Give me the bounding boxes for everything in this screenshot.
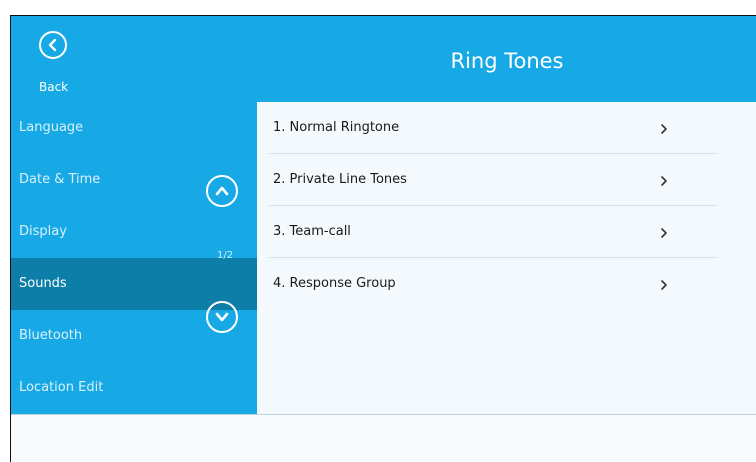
sidebar-item-label: Bluetooth: [19, 328, 83, 343]
softkey-bar: [11, 414, 756, 462]
sidebar-item-label: Display: [19, 224, 67, 239]
sidebar-item-label: Location Edit: [19, 380, 104, 395]
sidebar-item-language[interactable]: Language: [11, 102, 257, 154]
sidebar-item-location-edit[interactable]: Location Edit: [11, 362, 257, 414]
back-button[interactable]: Back: [35, 31, 75, 95]
list-item-label: 4. Response Group: [273, 276, 396, 291]
scroll-up-button[interactable]: [206, 175, 238, 207]
page-indicator: 1/2: [217, 250, 234, 261]
chevron-up-icon: [215, 186, 229, 196]
chevron-right-icon: [661, 280, 667, 290]
scroll-down-button[interactable]: [206, 301, 238, 333]
sidebar-item-label: Date & Time: [19, 172, 101, 187]
list-item-label: 3. Team-call: [273, 224, 351, 239]
list-item[interactable]: 4. Response Group: [269, 258, 717, 310]
list-item[interactable]: 3. Team-call: [269, 206, 717, 258]
page-title: Ring Tones: [450, 49, 564, 73]
chevron-right-icon: [661, 176, 667, 186]
chevron-down-icon: [215, 312, 229, 322]
chevron-right-icon: [661, 124, 667, 134]
phone-screen: Back Ring Tones Language Date & Time Dis…: [10, 15, 756, 462]
back-label: Back: [39, 80, 69, 94]
back-icon: [39, 31, 67, 59]
list-item[interactable]: 2. Private Line Tones: [269, 154, 717, 206]
list-item-label: 1. Normal Ringtone: [273, 120, 400, 135]
title-bar: Back Ring Tones: [11, 16, 756, 102]
sidebar: Language Date & Time Display Sounds Blue…: [11, 102, 257, 414]
list-item[interactable]: 1. Normal Ringtone: [269, 102, 717, 154]
ringtone-list: 1. Normal Ringtone 2. Private Line Tones…: [257, 102, 756, 414]
list-item-label: 2. Private Line Tones: [273, 172, 407, 187]
sidebar-item-label: Sounds: [19, 276, 67, 291]
sidebar-item-label: Language: [19, 120, 84, 135]
chevron-right-icon: [661, 228, 667, 238]
